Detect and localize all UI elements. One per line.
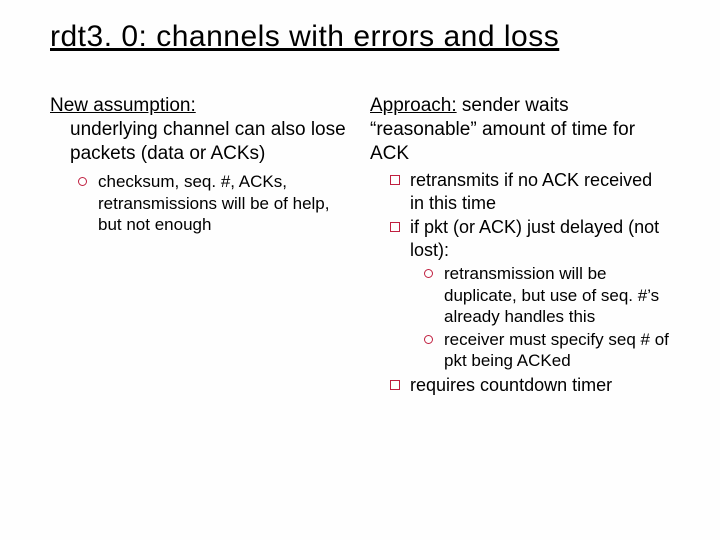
left-sub-item: checksum, seq. #, ACKs, retransmissions … xyxy=(78,171,350,235)
left-body: underlying channel can also lose packets… xyxy=(50,118,350,166)
right-sub-b: receiver must specify seq # of pkt being… xyxy=(424,329,670,372)
right-item-1: retransmits if no ACK received in this t… xyxy=(390,169,670,214)
columns: New assumption: underlying channel can a… xyxy=(50,94,670,398)
left-lead-block: New assumption: underlying channel can a… xyxy=(50,94,350,165)
left-sublist: checksum, seq. #, ACKs, retransmissions … xyxy=(50,171,350,235)
right-lead-block: Approach: sender waits “reasonable” amou… xyxy=(370,94,670,165)
right-sub-a: retransmission will be duplicate, but us… xyxy=(424,263,670,327)
right-item-2-text: if pkt (or ACK) just delayed (not lost): xyxy=(410,217,659,260)
right-list: retransmits if no ACK received in this t… xyxy=(370,169,670,396)
right-item-2: if pkt (or ACK) just delayed (not lost):… xyxy=(390,216,670,371)
left-lead: New assumption: xyxy=(50,95,196,116)
slide-title: rdt3. 0: channels with errors and loss xyxy=(50,20,670,54)
right-lead: Approach: xyxy=(370,95,457,116)
right-item-3: requires countdown timer xyxy=(390,374,670,397)
slide: rdt3. 0: channels with errors and loss N… xyxy=(0,0,720,418)
right-column: Approach: sender waits “reasonable” amou… xyxy=(370,94,670,398)
right-sublist: retransmission will be duplicate, but us… xyxy=(410,263,670,371)
left-column: New assumption: underlying channel can a… xyxy=(50,94,350,398)
